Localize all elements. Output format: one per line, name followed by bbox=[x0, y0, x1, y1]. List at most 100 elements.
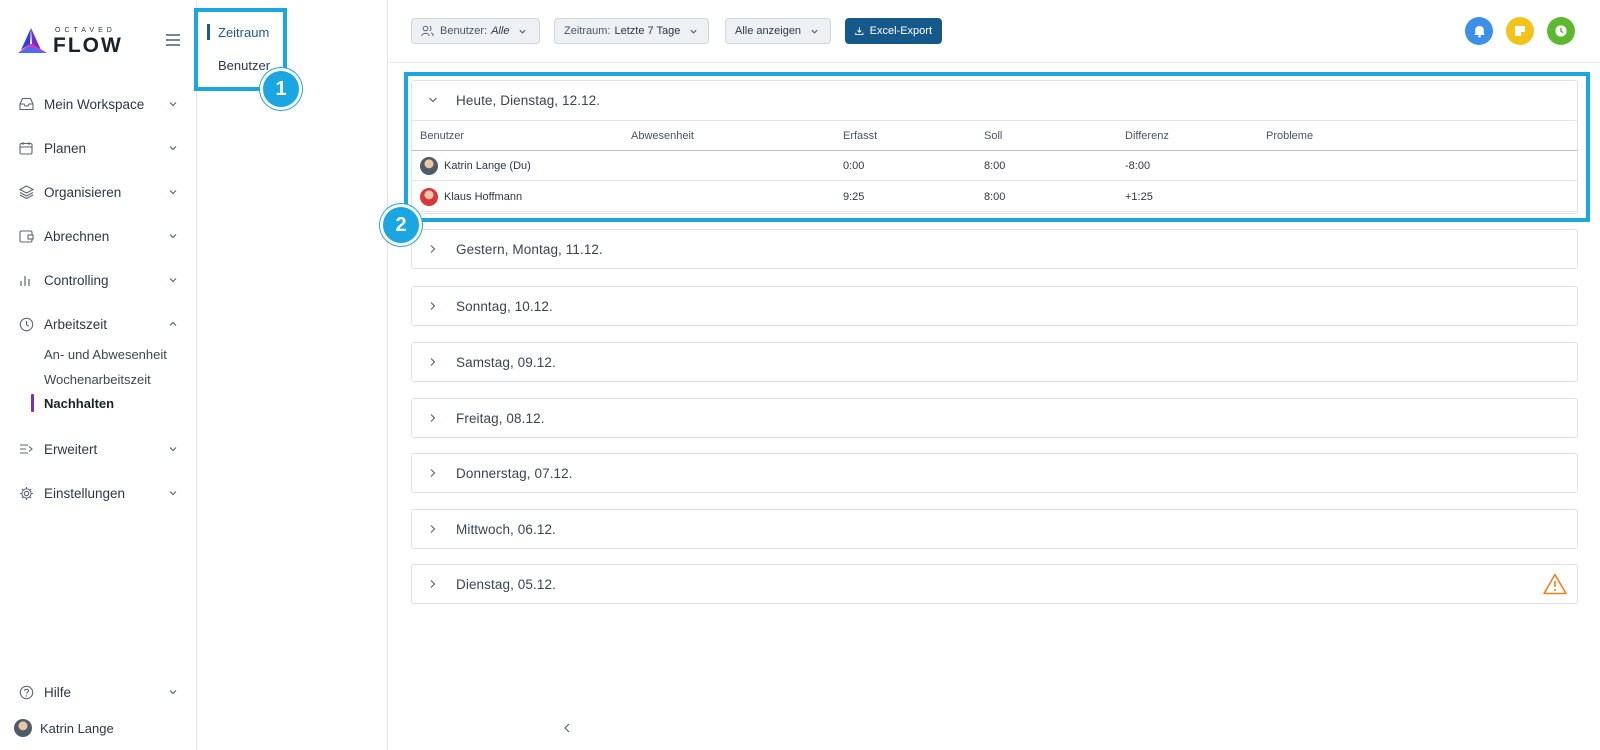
sidebar-item-abrechnen[interactable]: Abrechnen bbox=[0, 221, 196, 251]
chevron-down-icon bbox=[169, 102, 177, 107]
chevron-down-icon bbox=[169, 447, 177, 452]
chevron-right-icon bbox=[430, 580, 436, 588]
period-label: Zeitraum: bbox=[564, 25, 611, 37]
gear-icon bbox=[18, 485, 34, 501]
sidebar-item-label: Organisieren bbox=[44, 184, 122, 200]
sidebar-item-planen[interactable]: Planen bbox=[0, 133, 196, 163]
logo-big-text: FLOW bbox=[53, 33, 123, 57]
octaved-logo-icon bbox=[18, 28, 47, 53]
sidebar: OCTAVED FLOW Mein Workspace Planen Organ… bbox=[0, 0, 197, 750]
period-value: Letzte 7 Tage bbox=[614, 25, 681, 37]
day-panel: Samstag, 09.12. bbox=[411, 342, 1578, 382]
logo-small-text: OCTAVED bbox=[55, 26, 116, 34]
day-header[interactable]: Samstag, 09.12. bbox=[412, 343, 1577, 381]
toolbar: Benutzer: Alle Zeitraum: Letzte 7 Tage A… bbox=[389, 0, 1600, 63]
chevron-right-icon bbox=[430, 469, 436, 477]
sidebar-item-label: Arbeitszeit bbox=[44, 316, 108, 332]
callout-box-2 bbox=[404, 72, 1590, 222]
download-icon bbox=[855, 27, 864, 36]
bell-icon bbox=[1473, 26, 1485, 38]
day-panel: Mittwoch, 06.12. bbox=[411, 509, 1578, 549]
user-filter-label: Benutzer: bbox=[440, 25, 488, 37]
sidebar-item-label: Mein Workspace bbox=[44, 96, 145, 112]
active-indicator bbox=[31, 394, 34, 412]
day-title: Samstag, 09.12. bbox=[456, 354, 556, 370]
warning-icon[interactable] bbox=[1543, 573, 1567, 595]
day-title: Mittwoch, 06.12. bbox=[456, 521, 556, 537]
day-header[interactable]: Freitag, 08.12. bbox=[412, 399, 1577, 437]
chevron-down-icon bbox=[169, 146, 177, 151]
day-title: Donnerstag, 07.12. bbox=[456, 465, 573, 481]
inbox-icon bbox=[18, 96, 34, 112]
day-header[interactable]: Donnerstag, 07.12. bbox=[412, 454, 1577, 492]
day-header[interactable]: Mittwoch, 06.12. bbox=[412, 510, 1577, 548]
logo[interactable]: OCTAVED FLOW bbox=[17, 26, 123, 56]
sidebar-item-controlling[interactable]: Controlling bbox=[0, 265, 196, 295]
chevron-down-icon bbox=[169, 278, 177, 283]
sidebar-item-label: Erweitert bbox=[44, 441, 98, 457]
sidebar-item-label: Hilfe bbox=[44, 684, 72, 700]
sidebar-subitem-wochenarbeitszeit[interactable]: Wochenarbeitszeit bbox=[44, 372, 151, 387]
day-header[interactable]: Gestern, Montag, 11.12. bbox=[412, 230, 1577, 268]
chevron-right-icon bbox=[430, 245, 436, 253]
chevron-right-icon bbox=[430, 525, 436, 533]
list-arrow-icon bbox=[18, 441, 34, 457]
notifications-button[interactable] bbox=[1465, 17, 1493, 45]
sidebar-item-mein-workspace[interactable]: Mein Workspace bbox=[0, 89, 196, 119]
sidebar-item-label: Abrechnen bbox=[44, 228, 110, 244]
day-panel: Sonntag, 10.12. bbox=[411, 286, 1578, 326]
day-panel: Dienstag, 05.12. bbox=[411, 564, 1578, 604]
callout-badge-1: 1 bbox=[260, 68, 302, 110]
show-all-dropdown[interactable]: Alle anzeigen bbox=[725, 18, 831, 44]
day-panel: Freitag, 08.12. bbox=[411, 398, 1578, 438]
callout-badge-2: 2 bbox=[380, 204, 422, 246]
sidebar-item-organisieren[interactable]: Organisieren bbox=[0, 177, 196, 207]
day-header[interactable]: Dienstag, 05.12. bbox=[412, 565, 1577, 603]
user-filter-dropdown[interactable]: Benutzer: Alle bbox=[411, 18, 540, 44]
show-all-label: Alle anzeigen bbox=[735, 25, 802, 37]
sidebar-item-hilfe[interactable]: Hilfe bbox=[0, 677, 196, 707]
chevron-down-icon bbox=[690, 29, 697, 34]
chevron-up-icon bbox=[169, 321, 177, 326]
day-header[interactable]: Sonntag, 10.12. bbox=[412, 287, 1577, 325]
excel-export-button[interactable]: Excel-Export bbox=[845, 18, 942, 44]
day-panel: Donnerstag, 07.12. bbox=[411, 453, 1578, 493]
day-title: Freitag, 08.12. bbox=[456, 410, 545, 426]
sidebar-subitem-an-und-abwesenheit[interactable]: An- und Abwesenheit bbox=[44, 347, 167, 362]
sidebar-item-erweitert[interactable]: Erweitert bbox=[0, 434, 196, 464]
chevron-down-icon bbox=[169, 190, 177, 195]
current-user[interactable]: Katrin Lange bbox=[14, 719, 114, 737]
layers-icon bbox=[18, 184, 34, 200]
calendar-icon bbox=[18, 140, 34, 156]
day-title: Dienstag, 05.12. bbox=[456, 576, 556, 592]
sidebar-subitem-nachhalten[interactable]: Nachhalten bbox=[44, 396, 114, 411]
user-filter-value: Alle bbox=[491, 25, 510, 37]
sidebar-item-label: Einstellungen bbox=[44, 485, 126, 501]
chevron-down-icon bbox=[811, 29, 818, 34]
filter-panel: Zeitraum Benutzer bbox=[197, 0, 570, 750]
wallet-icon bbox=[18, 228, 34, 244]
notes-button[interactable] bbox=[1506, 17, 1534, 45]
chevron-down-icon bbox=[519, 29, 527, 34]
clock-icon bbox=[18, 316, 34, 332]
time-tracking-button[interactable] bbox=[1547, 17, 1575, 45]
excel-export-label: Excel-Export bbox=[869, 25, 932, 37]
chevron-down-icon bbox=[169, 234, 177, 239]
day-title: Sonntag, 10.12. bbox=[456, 298, 553, 314]
sidebar-item-einstellungen[interactable]: Einstellungen bbox=[0, 478, 196, 508]
menu-toggle-icon[interactable] bbox=[166, 34, 180, 46]
chevron-down-icon bbox=[169, 491, 177, 496]
day-panel: Gestern, Montag, 11.12. bbox=[411, 229, 1578, 269]
note-icon bbox=[1515, 26, 1525, 36]
chevron-right-icon bbox=[430, 302, 436, 310]
chevron-right-icon bbox=[430, 358, 436, 366]
users-icon bbox=[421, 25, 434, 37]
sidebar-item-arbeitszeit[interactable]: Arbeitszeit bbox=[0, 309, 196, 339]
day-title: Gestern, Montag, 11.12. bbox=[456, 241, 603, 257]
chevron-right-icon bbox=[430, 414, 436, 422]
bar-chart-icon bbox=[18, 272, 34, 288]
current-user-name: Katrin Lange bbox=[40, 720, 114, 736]
chevron-down-icon bbox=[169, 690, 177, 695]
clock-icon bbox=[1555, 25, 1567, 37]
period-dropdown[interactable]: Zeitraum: Letzte 7 Tage bbox=[554, 18, 709, 44]
